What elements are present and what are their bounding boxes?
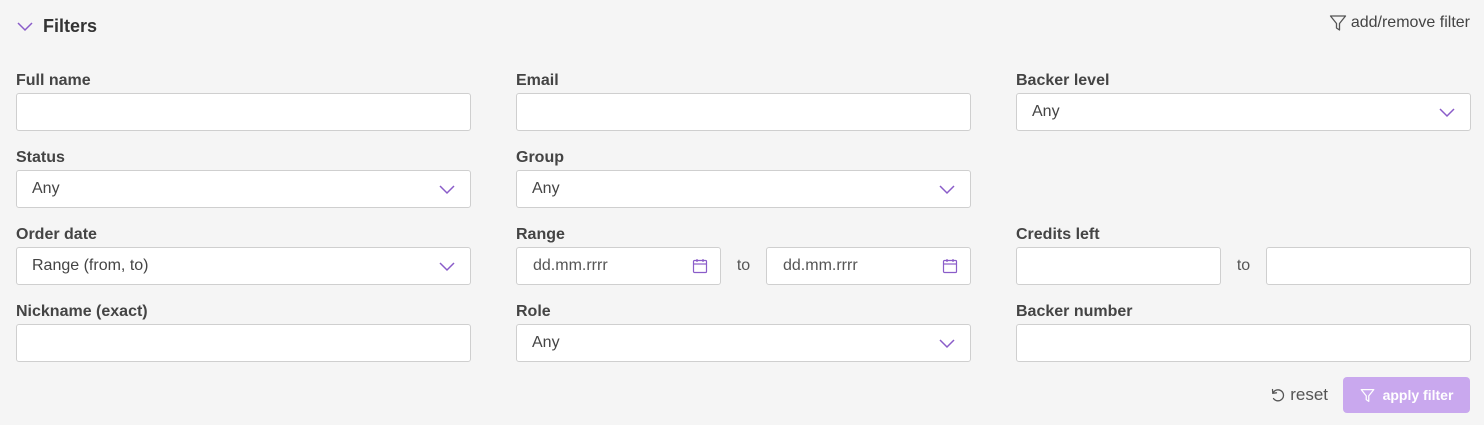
- credits-left-label: Credits left: [1016, 226, 1100, 243]
- group-field: Group Any: [516, 147, 971, 208]
- order-date-label: Order date: [16, 226, 97, 243]
- credits-left-row: to: [1016, 247, 1471, 285]
- range-to-label: to: [736, 257, 751, 274]
- nickname-input[interactable]: [16, 324, 471, 362]
- group-value: Any: [532, 180, 560, 197]
- order-date-field: Order date Range (from, to): [16, 224, 471, 285]
- backer-level-value: Any: [1032, 103, 1060, 120]
- credits-left-from-input[interactable]: [1016, 247, 1221, 285]
- role-field: Role Any: [516, 301, 971, 362]
- add-remove-filter-label: add/remove filter: [1350, 14, 1470, 31]
- email-input[interactable]: [516, 93, 971, 131]
- add-remove-filter-link[interactable]: add/remove filter: [1329, 12, 1470, 34]
- group-label: Group: [516, 149, 564, 166]
- funnel-icon: [1360, 388, 1374, 402]
- status-select[interactable]: Any: [16, 170, 471, 208]
- range-to-date-input[interactable]: dd.mm.rrrr: [766, 247, 971, 285]
- backer-level-label: Backer level: [1016, 72, 1110, 89]
- order-date-select[interactable]: Range (from, to): [16, 247, 471, 285]
- chevron-down-icon: [439, 185, 455, 195]
- role-value: Any: [532, 334, 560, 351]
- credits-left-to-input[interactable]: [1266, 247, 1471, 285]
- role-select[interactable]: Any: [516, 324, 971, 362]
- reset-button[interactable]: reset: [1270, 385, 1328, 405]
- backer-number-input[interactable]: [1016, 324, 1471, 362]
- range-from-placeholder: dd.mm.rrrr: [533, 257, 608, 274]
- email-field: Email: [516, 70, 971, 131]
- filters-header: Filters add/remove filter: [0, 0, 1484, 50]
- status-label: Status: [16, 149, 65, 166]
- full-name-input[interactable]: [16, 93, 471, 131]
- chevron-down-icon: [939, 339, 955, 349]
- reset-icon: [1272, 388, 1285, 402]
- chevron-down-icon: [1439, 108, 1455, 118]
- role-label: Role: [516, 303, 551, 320]
- apply-filter-label: apply filter: [1382, 387, 1454, 403]
- range-label: Range: [516, 226, 565, 243]
- filters-collapse-toggle[interactable]: Filters: [16, 14, 97, 38]
- reset-label: reset: [1290, 385, 1328, 404]
- apply-filter-button[interactable]: apply filter: [1343, 377, 1470, 413]
- full-name-label: Full name: [16, 72, 91, 89]
- nickname-field: Nickname (exact): [16, 301, 471, 362]
- chevron-down-icon: [17, 22, 33, 32]
- status-value: Any: [32, 180, 60, 197]
- email-label: Email: [516, 72, 559, 89]
- filters-title: Filters: [43, 15, 98, 36]
- range-from-date-input[interactable]: dd.mm.rrrr: [516, 247, 721, 285]
- credits-left-to-label: to: [1236, 257, 1251, 274]
- calendar-icon[interactable]: [942, 258, 958, 274]
- order-date-value: Range (from, to): [32, 257, 149, 274]
- chevron-down-icon: [439, 262, 455, 272]
- backer-level-field: Backer level Any: [1016, 70, 1471, 131]
- nickname-label: Nickname (exact): [16, 303, 148, 320]
- chevron-down-icon: [939, 185, 955, 195]
- backer-number-field: Backer number: [1016, 301, 1471, 362]
- group-select[interactable]: Any: [516, 170, 971, 208]
- calendar-icon[interactable]: [692, 258, 708, 274]
- backer-level-select[interactable]: Any: [1016, 93, 1471, 131]
- status-field: Status Any: [16, 147, 471, 208]
- filters-footer: reset apply filter: [1270, 377, 1470, 413]
- funnel-icon: [1329, 15, 1346, 31]
- backer-number-label: Backer number: [1016, 303, 1133, 320]
- range-row: dd.mm.rrrr to dd.mm.rrrr: [516, 247, 971, 285]
- full-name-field: Full name: [16, 70, 471, 131]
- range-field: Range dd.mm.rrrr to dd.mm.rrrr: [516, 224, 971, 285]
- range-to-placeholder: dd.mm.rrrr: [783, 257, 858, 274]
- credits-left-field: Credits left to: [1016, 224, 1471, 285]
